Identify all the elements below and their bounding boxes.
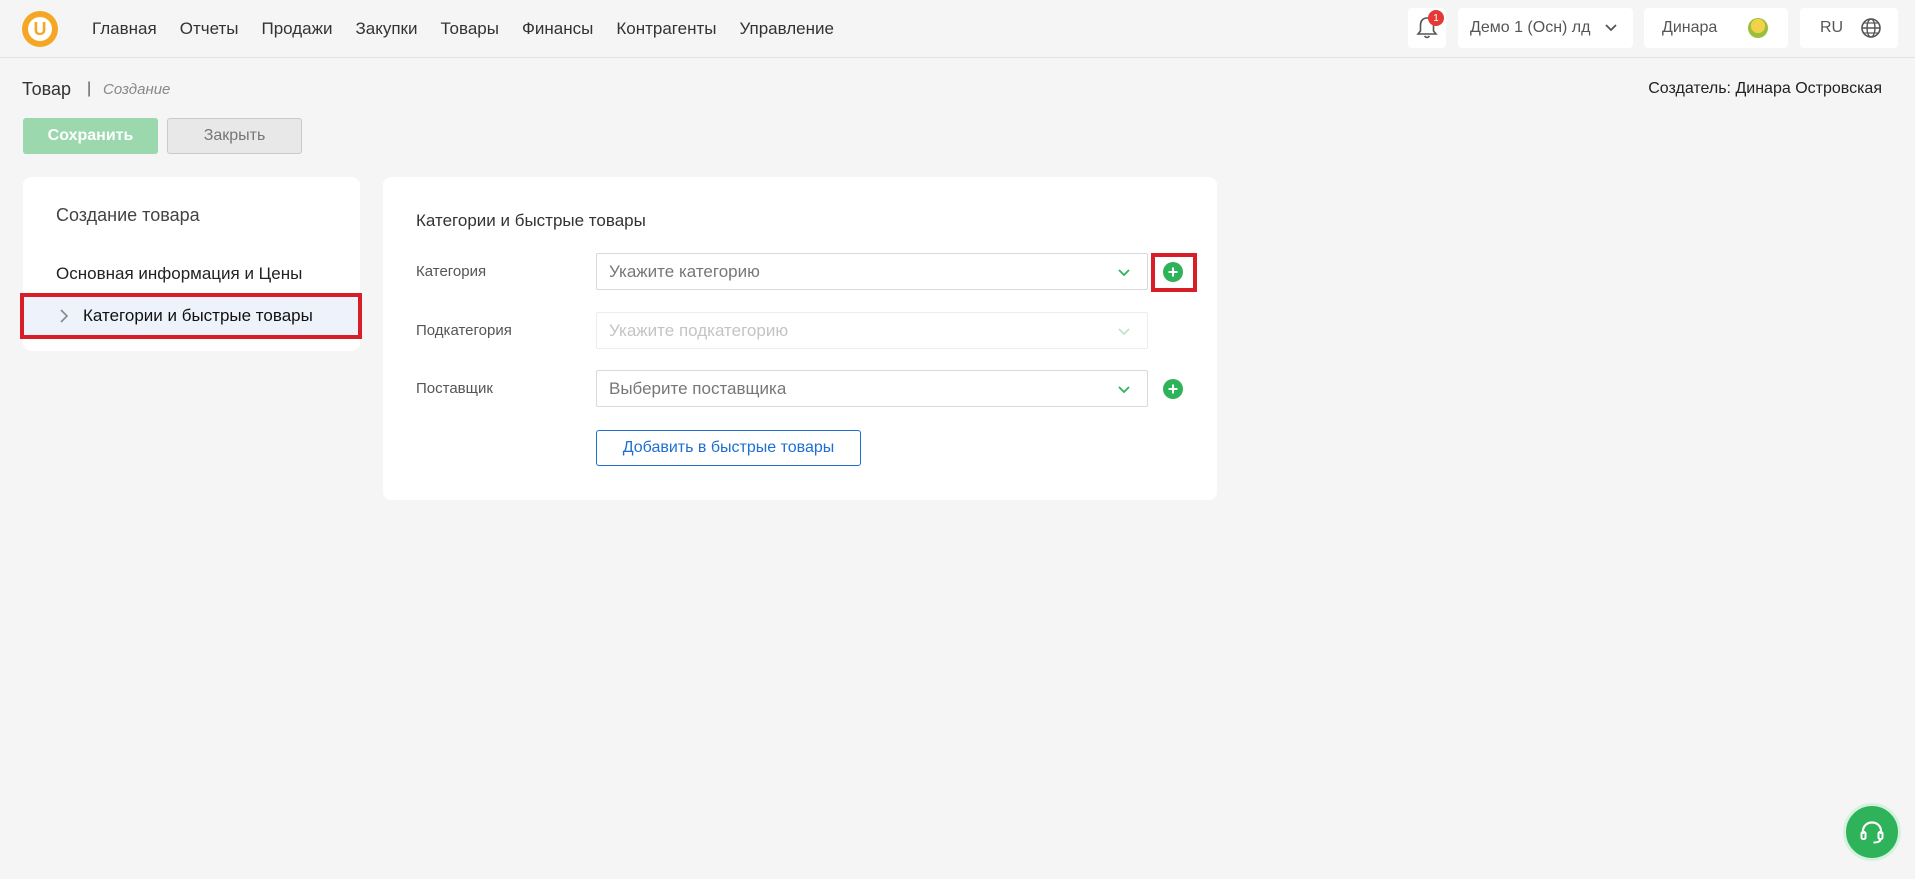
user-menu[interactable]: Динара — [1644, 8, 1788, 48]
chevron-down-icon — [1605, 24, 1617, 32]
section-title: Категории и быстрые товары — [416, 211, 646, 230]
nav-item-products[interactable]: Товары — [440, 19, 498, 39]
subcategory-placeholder: Укажите подкатегорию — [609, 320, 789, 340]
nav-item-management[interactable]: Управление — [739, 19, 834, 39]
user-name: Динара — [1662, 19, 1718, 36]
sidebar-item-label: Категории и быстрые товары — [83, 306, 313, 325]
product-creation-sidebar: Создание товара Основная информация и Це… — [23, 177, 360, 351]
category-placeholder: Укажите категорию — [609, 261, 760, 281]
logo-u-icon: U — [28, 17, 52, 41]
nav-item-finance[interactable]: Финансы — [522, 19, 593, 39]
notifications-button[interactable]: 1 — [1408, 8, 1446, 48]
page-subtitle: Создание — [103, 81, 171, 98]
nav-item-home[interactable]: Главная — [92, 19, 157, 39]
subcategory-label: Подкатегория — [416, 322, 512, 339]
breadcrumb-separator: | — [87, 80, 92, 97]
close-button[interactable]: Закрыть — [167, 118, 302, 154]
avatar — [1748, 18, 1768, 38]
supplier-select[interactable]: Выберите поставщика — [596, 370, 1148, 407]
nav-item-reports[interactable]: Отчеты — [180, 19, 239, 39]
subcategory-select[interactable]: Укажите подкатегорию — [596, 312, 1148, 349]
category-label: Категория — [416, 263, 487, 280]
chevron-down-icon — [1118, 328, 1130, 336]
save-button[interactable]: Сохранить — [23, 118, 158, 154]
nav-item-purchases[interactable]: Закупки — [355, 19, 417, 39]
add-category-button[interactable] — [1163, 262, 1183, 282]
globe-icon — [1861, 18, 1881, 38]
creator-info: Создатель: Динара Островская — [1648, 80, 1882, 97]
app-logo[interactable]: U — [22, 11, 58, 47]
support-chat-button[interactable] — [1843, 803, 1901, 861]
sidebar-item-basic-info[interactable]: Основная информация и Цены — [56, 264, 302, 284]
top-navigation-bar: U Главная Отчеты Продажи Закупки Товары … — [0, 0, 1915, 58]
chevron-down-icon — [1118, 269, 1130, 277]
add-to-quick-products-button[interactable]: Добавить в быстрые товары — [596, 430, 861, 466]
sidebar-title: Создание товара — [56, 205, 200, 225]
language-code: RU — [1820, 19, 1844, 36]
supplier-label: Поставщик — [416, 380, 493, 397]
supplier-placeholder: Выберите поставщика — [609, 378, 787, 398]
nav-item-contractors[interactable]: Контрагенты — [616, 19, 716, 39]
add-supplier-button[interactable] — [1163, 379, 1183, 399]
category-select[interactable]: Укажите категорию — [596, 253, 1148, 290]
org-selector-value: Демо 1 (Осн) лд — [1470, 19, 1591, 36]
nav-item-sales[interactable]: Продажи — [261, 19, 332, 39]
chevron-right-icon — [60, 309, 69, 323]
page-title: Товар — [22, 79, 71, 99]
notification-count-badge: 1 — [1428, 10, 1444, 26]
headset-icon — [1860, 821, 1884, 844]
plus-icon — [1168, 267, 1178, 277]
org-selector[interactable]: Демо 1 (Осн) лд — [1458, 8, 1633, 48]
plus-icon — [1168, 384, 1178, 394]
main-nav: Главная Отчеты Продажи Закупки Товары Фи… — [92, 19, 834, 39]
chevron-down-icon — [1118, 386, 1130, 394]
language-selector[interactable]: RU — [1800, 8, 1898, 48]
sidebar-item-categories[interactable]: Категории и быстрые товары — [23, 294, 360, 338]
categories-form-card: Категории и быстрые товары Категория Ука… — [383, 177, 1217, 500]
